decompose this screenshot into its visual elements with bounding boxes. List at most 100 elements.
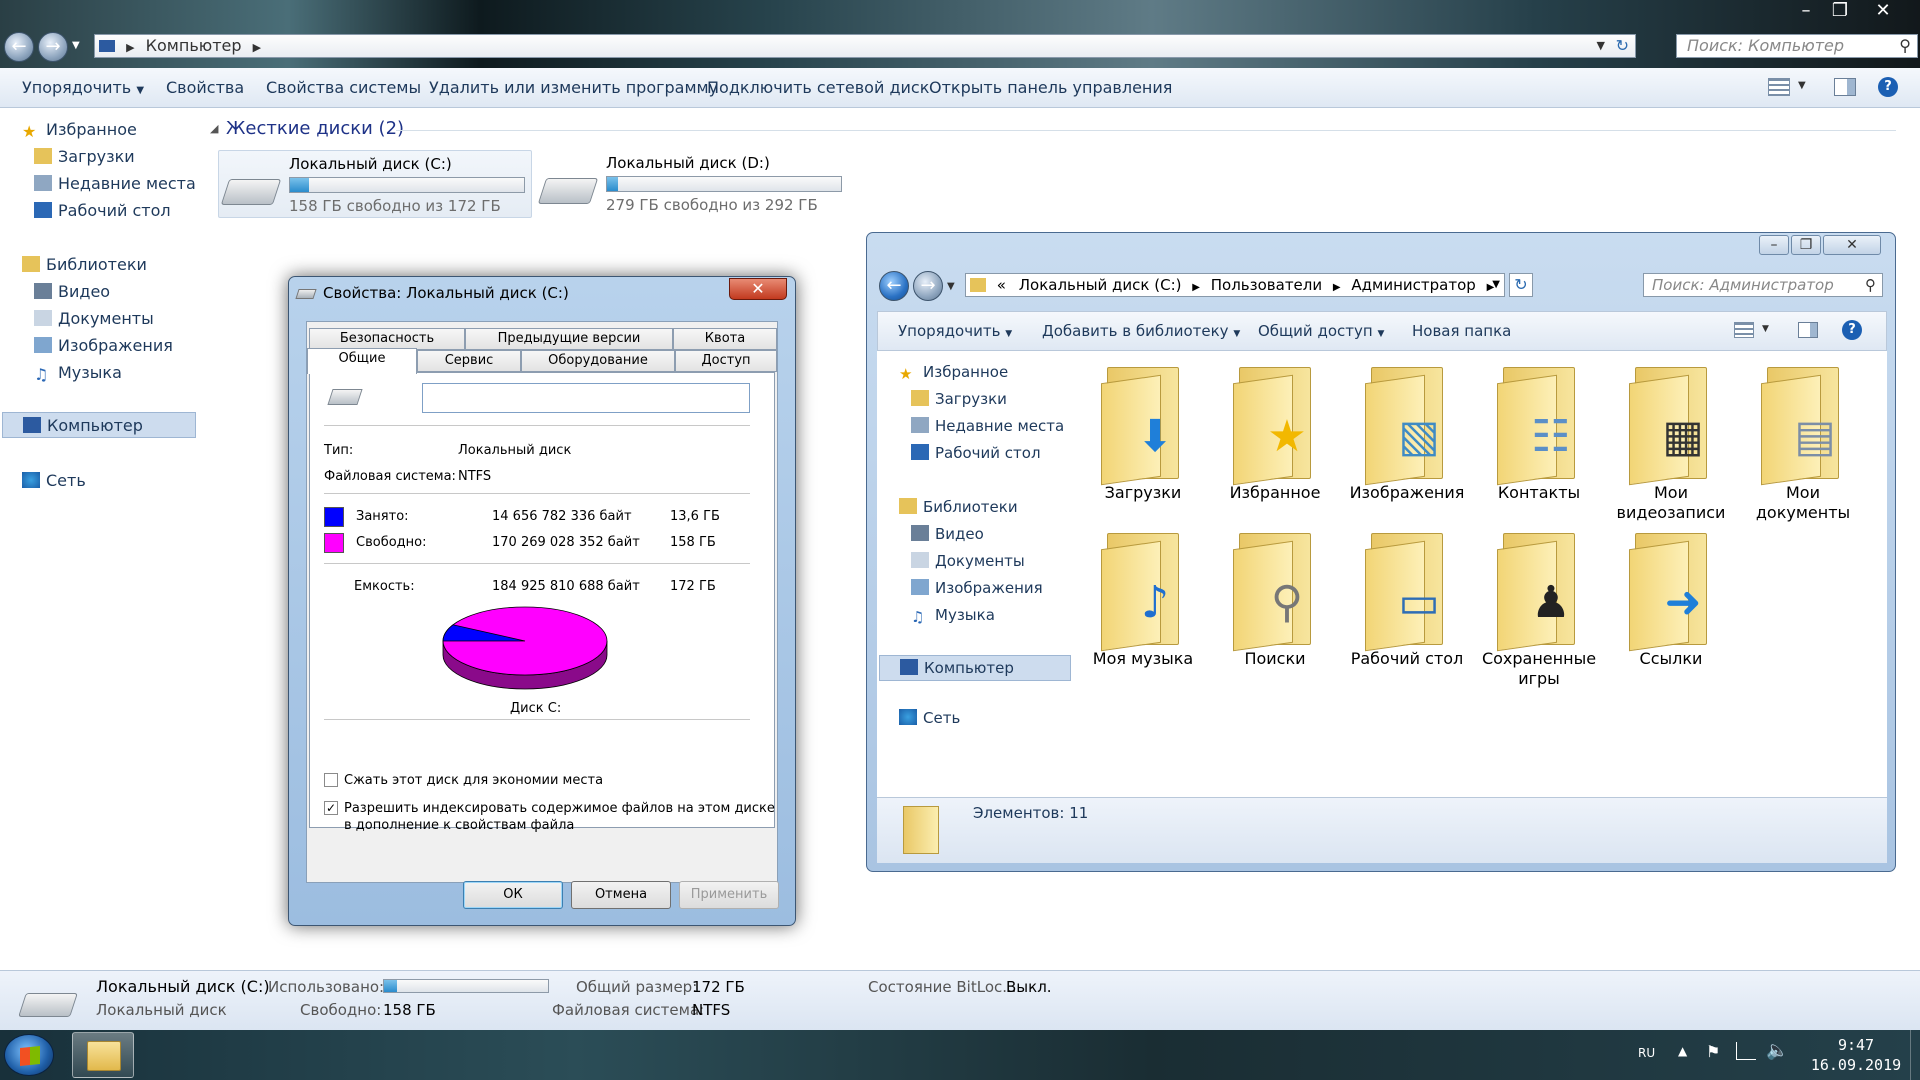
folder-item[interactable]: ▦ Мои видеозаписи xyxy=(1607,361,1735,523)
sidebar-item-music[interactable]: ♫ Музыка xyxy=(911,606,995,626)
sidebar-item-computer[interactable]: Компьютер xyxy=(2,412,196,438)
folder-item[interactable]: ▧ Изображения xyxy=(1343,361,1471,503)
sidebar-item-recent[interactable]: Недавние места xyxy=(911,417,1064,435)
recent-pages-dropdown-icon[interactable]: ▼ xyxy=(72,40,80,51)
folder-item[interactable]: ♪ Моя музыка xyxy=(1079,527,1207,669)
search-icon[interactable]: ⚲ xyxy=(1899,35,1911,57)
group-header-hard-drives[interactable]: Жесткие диски (2) xyxy=(226,118,404,139)
sidebar-item-network[interactable]: Сеть xyxy=(899,709,960,727)
address-bar[interactable]: « Локальный диск (C:) ▶ Пользователи ▶ А… xyxy=(965,273,1505,297)
view-options-icon[interactable] xyxy=(1768,78,1790,96)
tab-security[interactable]: Безопасность xyxy=(309,328,465,350)
tab-previous-versions[interactable]: Предыдущие версии xyxy=(465,328,673,350)
ok-button[interactable]: ОК xyxy=(463,881,563,909)
breadcrumb-separator-icon[interactable]: ▶ xyxy=(1333,282,1341,293)
back-button[interactable]: ← xyxy=(879,271,909,301)
preview-pane-icon[interactable] xyxy=(1798,322,1818,338)
chevron-down-icon[interactable]: ▼ xyxy=(1762,324,1769,334)
compress-checkbox[interactable] xyxy=(324,773,338,787)
view-options-icon[interactable] xyxy=(1734,322,1754,338)
sidebar-item-libraries[interactable]: Библиотеки xyxy=(899,498,1018,516)
taskbar-explorer-button[interactable] xyxy=(72,1032,134,1078)
address-dropdown-icon[interactable]: ▼ xyxy=(1597,35,1605,57)
sidebar-item-music[interactable]: ♫ Музыка xyxy=(34,363,122,384)
refresh-icon[interactable]: ↻ xyxy=(1616,35,1629,57)
clock-time[interactable]: 9:47 xyxy=(1826,1036,1886,1054)
help-icon[interactable]: ? xyxy=(1842,320,1862,340)
sidebar-item-desktop[interactable]: Рабочий стол xyxy=(34,201,171,220)
search-input[interactable]: Поиск: Администратор ⚲ xyxy=(1643,273,1883,297)
address-dropdown-icon[interactable]: ▼ xyxy=(1492,274,1500,296)
close-button[interactable]: ✕ xyxy=(1823,235,1881,255)
properties-button[interactable]: Свойства xyxy=(166,78,244,97)
network-status-icon[interactable] xyxy=(1736,1042,1756,1060)
folder-item[interactable]: ➜ Ссылки xyxy=(1607,527,1735,669)
drive-item-d[interactable]: Локальный диск (D:) 279 ГБ свободно из 2… xyxy=(536,150,850,218)
breadcrumb-separator-icon[interactable]: ▶ xyxy=(1192,282,1200,293)
chevron-down-icon[interactable]: ▼ xyxy=(1798,80,1806,91)
show-desktop-button[interactable] xyxy=(1910,1030,1920,1080)
folder-item[interactable]: ⚲ Поиски xyxy=(1211,527,1339,669)
sidebar-item-desktop[interactable]: Рабочий стол xyxy=(911,444,1041,462)
refresh-icon[interactable]: ↻ xyxy=(1509,273,1533,297)
close-button[interactable]: ✕ xyxy=(1860,0,1906,24)
folder-item[interactable]: ☷ Контакты xyxy=(1475,361,1603,503)
back-button[interactable]: ← xyxy=(4,32,34,62)
breadcrumb-separator-icon[interactable]: ▶ xyxy=(253,41,261,54)
sidebar-item-images[interactable]: Изображения xyxy=(34,336,173,355)
breadcrumb-separator-icon[interactable]: ▶ xyxy=(126,41,134,54)
clock-date[interactable]: 16.09.2019 xyxy=(1798,1056,1914,1074)
sidebar-item-images[interactable]: Изображения xyxy=(911,579,1043,597)
forward-button[interactable]: → xyxy=(913,271,943,301)
cancel-button[interactable]: Отмена xyxy=(571,881,671,909)
language-indicator[interactable]: RU xyxy=(1638,1046,1655,1060)
sidebar-item-favorites[interactable]: ★ Избранное xyxy=(22,120,137,141)
folder-item[interactable]: ⬇ Загрузки xyxy=(1079,361,1207,503)
folder-item[interactable]: ★ Избранное xyxy=(1211,361,1339,503)
sidebar-item-downloads[interactable]: Загрузки xyxy=(911,390,1007,408)
help-icon[interactable]: ? xyxy=(1878,77,1898,97)
sidebar-item-recent[interactable]: Недавние места xyxy=(34,174,196,193)
sidebar-item-documents[interactable]: Документы xyxy=(34,309,154,328)
recent-pages-dropdown-icon[interactable]: ▼ xyxy=(947,281,955,292)
sidebar-item-network[interactable]: Сеть xyxy=(22,471,86,490)
tab-hardware[interactable]: Оборудование xyxy=(521,350,675,372)
new-folder-button[interactable]: Новая папка xyxy=(1412,322,1511,340)
index-checkbox[interactable]: ✓ xyxy=(324,801,338,815)
drive-item-c[interactable]: Локальный диск (C:) 158 ГБ свободно из 1… xyxy=(218,150,532,218)
add-to-library-button[interactable]: Добавить в библиотеку ▼ xyxy=(1042,322,1240,340)
start-button[interactable] xyxy=(4,1034,54,1076)
forward-button[interactable]: → xyxy=(38,32,68,62)
sidebar-item-video[interactable]: Видео xyxy=(34,282,110,301)
restore-button[interactable]: ❐ xyxy=(1791,235,1821,255)
tab-tools[interactable]: Сервис xyxy=(417,350,521,372)
share-button[interactable]: Общий доступ ▼ xyxy=(1258,322,1384,340)
sidebar-item-computer[interactable]: Компьютер xyxy=(879,655,1071,681)
organize-button[interactable]: Упорядочить ▼ xyxy=(22,78,144,97)
show-hidden-icons-icon[interactable]: ▲ xyxy=(1678,1044,1687,1058)
breadcrumb-users[interactable]: Пользователи xyxy=(1211,276,1322,294)
folder-item[interactable]: ♟ Сохраненные игры xyxy=(1475,527,1603,689)
folder-item[interactable]: ▭ Рабочий стол xyxy=(1343,527,1471,669)
apply-button[interactable]: Применить xyxy=(679,881,779,909)
address-bar[interactable]: ▶ Компьютер ▶ ▼ ↻ xyxy=(94,34,1636,58)
sidebar-item-downloads[interactable]: Загрузки xyxy=(34,147,135,166)
minimize-button[interactable]: – xyxy=(1788,0,1824,24)
search-input[interactable]: Поиск: Компьютер ⚲ xyxy=(1676,34,1918,58)
drive-label-input[interactable] xyxy=(422,383,750,413)
map-network-drive-button[interactable]: Подключить сетевой диск xyxy=(707,78,929,97)
breadcrumb-computer[interactable]: Компьютер xyxy=(146,36,242,55)
breadcrumb-local-disk[interactable]: Локальный диск (C:) xyxy=(1019,276,1182,294)
collapse-group-icon[interactable]: ◢ xyxy=(210,122,218,135)
uninstall-program-button[interactable]: Удалить или изменить программу xyxy=(429,78,718,97)
sidebar-item-documents[interactable]: Документы xyxy=(911,552,1025,570)
volume-icon[interactable]: 🔈 xyxy=(1766,1040,1788,1061)
tab-quota[interactable]: Квота xyxy=(673,328,777,350)
tab-sharing[interactable]: Доступ xyxy=(675,350,777,372)
sidebar-item-favorites[interactable]: ★ Избранное xyxy=(899,363,1008,383)
folder-item[interactable]: ▤ Мои документы xyxy=(1739,361,1867,523)
action-center-flag-icon[interactable]: ⚑ xyxy=(1706,1042,1720,1061)
sidebar-item-libraries[interactable]: Библиотеки xyxy=(22,255,147,274)
sidebar-item-video[interactable]: Видео xyxy=(911,525,984,543)
system-properties-button[interactable]: Свойства системы xyxy=(266,78,421,97)
